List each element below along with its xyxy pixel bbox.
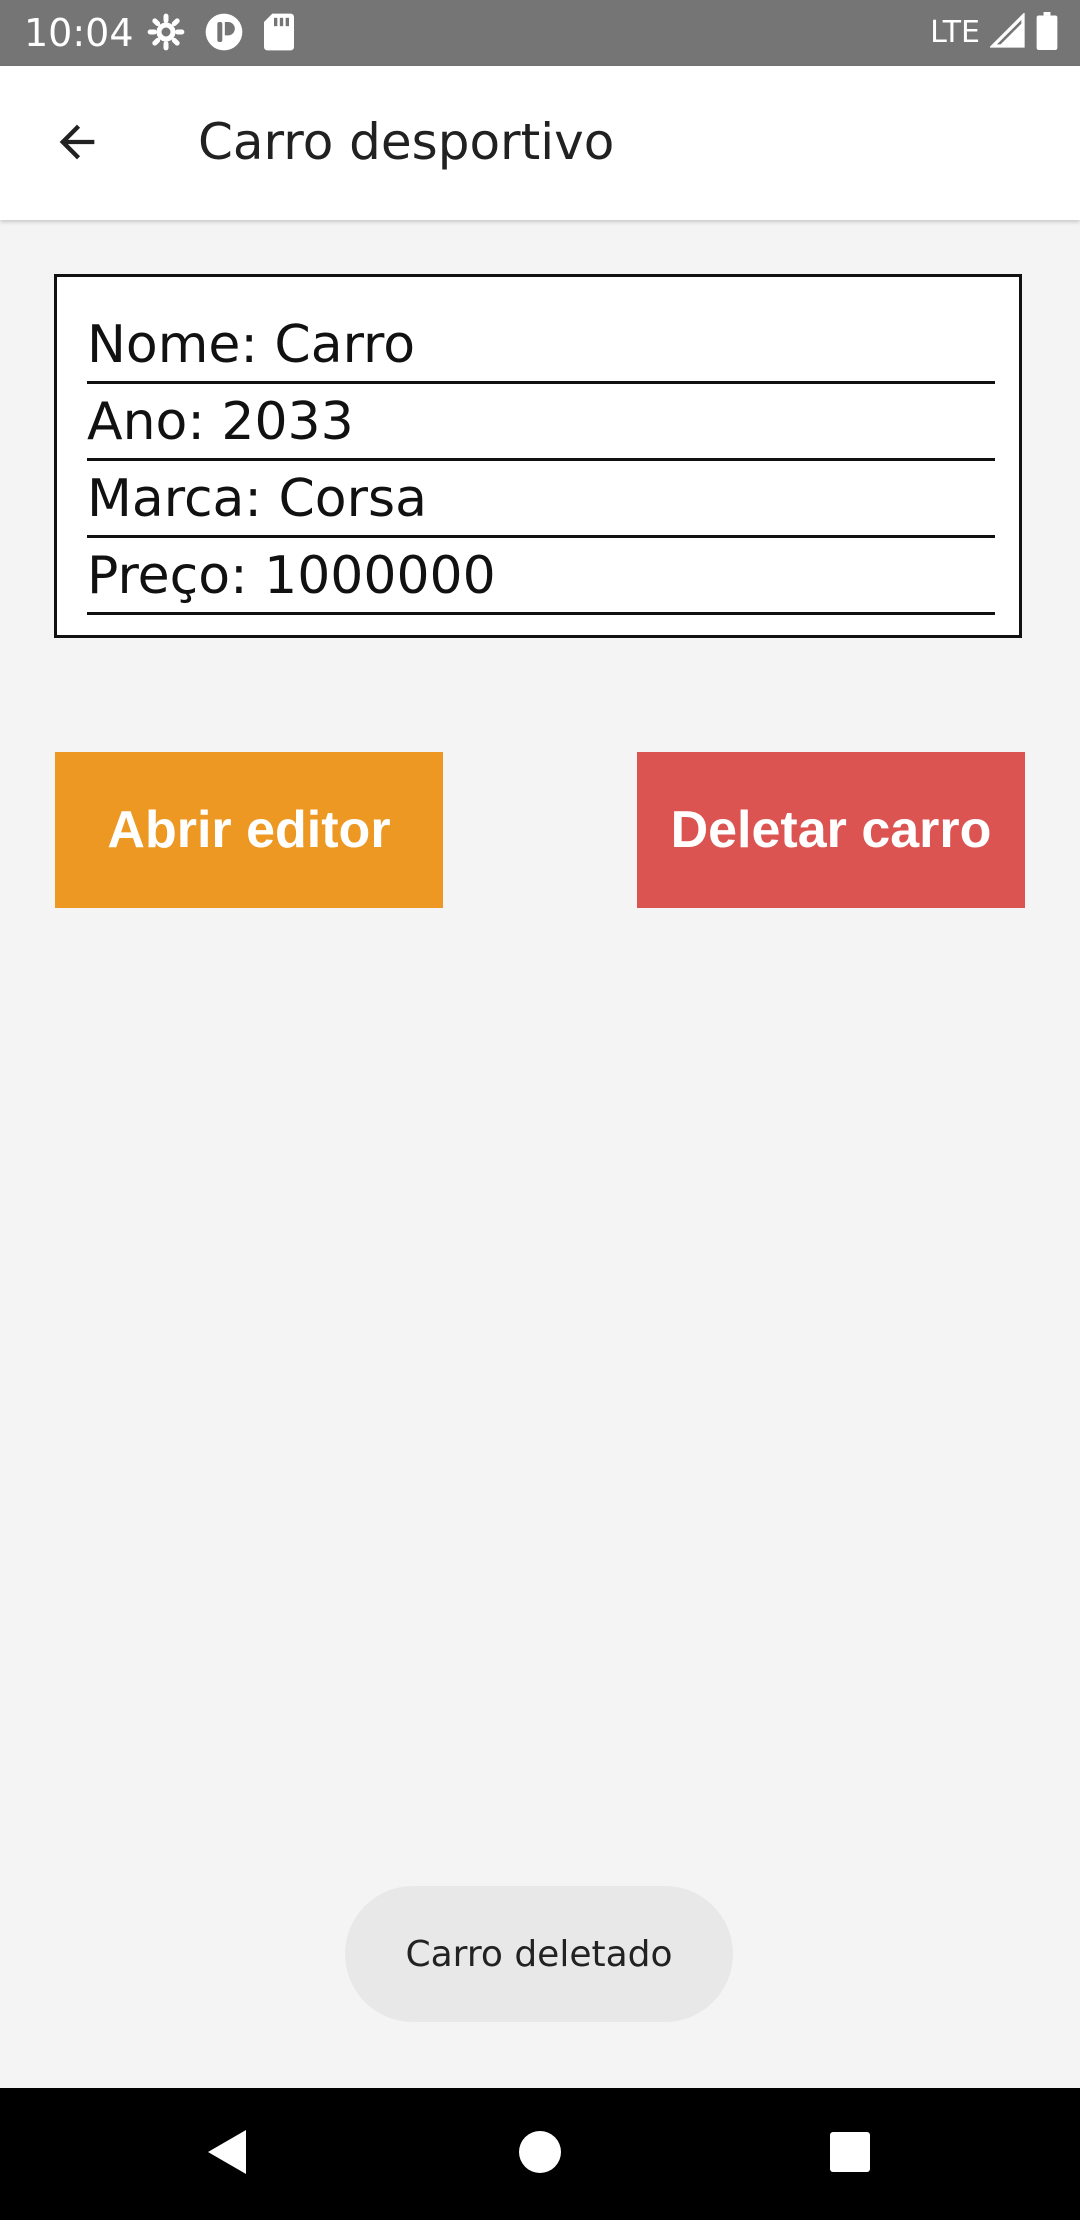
system-icons: LTE bbox=[930, 10, 1058, 56]
back-button[interactable] bbox=[36, 108, 118, 180]
detail-row-nome: Nome: Carro bbox=[87, 312, 995, 384]
car-details-card: Nome: Carro Ano: 2033 Marca: Corsa Preço… bbox=[54, 274, 1022, 638]
nav-back-button[interactable] bbox=[188, 2116, 268, 2192]
settings-gear-icon bbox=[146, 12, 186, 56]
toast: Carro deletado bbox=[345, 1886, 733, 2022]
home-circle-icon bbox=[518, 2130, 562, 2178]
back-triangle-icon bbox=[206, 2128, 250, 2180]
recents-square-icon bbox=[830, 2132, 870, 2176]
detail-row-ano: Ano: 2033 bbox=[87, 389, 995, 461]
nav-home-button[interactable] bbox=[500, 2116, 580, 2192]
battery-icon bbox=[1036, 12, 1058, 54]
notification-icons bbox=[146, 12, 296, 56]
screen: 10:04 LTE Carro desportivo Nome: Carro A… bbox=[0, 0, 1080, 2220]
sd-card-icon bbox=[262, 12, 296, 56]
signal-icon bbox=[989, 12, 1026, 53]
car-name-text: Nome: Carro bbox=[87, 315, 416, 375]
status-time: 10:04 bbox=[24, 11, 134, 55]
arrow-left-icon bbox=[51, 116, 103, 172]
detail-row-preco: Preço: 1000000 bbox=[87, 543, 995, 615]
car-price-text: Preço: 1000000 bbox=[87, 546, 496, 606]
status-bar: 10:04 LTE bbox=[0, 0, 1080, 66]
page-title: Carro desportivo bbox=[198, 113, 615, 171]
nav-recents-button[interactable] bbox=[810, 2116, 890, 2192]
car-brand-text: Marca: Corsa bbox=[87, 469, 427, 529]
shield-app-icon bbox=[204, 12, 244, 56]
detail-row-marca: Marca: Corsa bbox=[87, 466, 995, 538]
navigation-bar bbox=[0, 2088, 1080, 2220]
open-editor-button[interactable]: Abrir editor bbox=[55, 752, 443, 908]
app-bar: Carro desportivo bbox=[0, 66, 1080, 220]
car-year-text: Ano: 2033 bbox=[87, 392, 354, 452]
toast-message: Carro deletado bbox=[405, 1933, 673, 1975]
delete-car-button[interactable]: Deletar carro bbox=[637, 752, 1025, 908]
network-type: LTE bbox=[930, 15, 980, 50]
